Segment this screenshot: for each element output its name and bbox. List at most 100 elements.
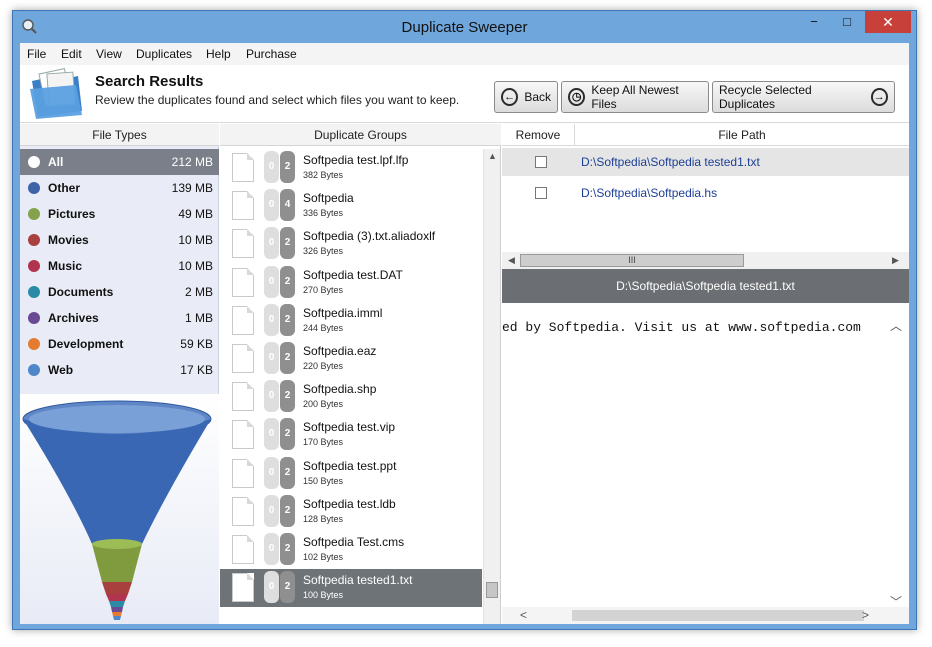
file-type-development[interactable]: Development 59 KB — [20, 331, 219, 357]
groups-scroll-thumb[interactable] — [486, 582, 498, 598]
menu-purchase[interactable]: Purchase — [246, 47, 297, 61]
folder-search-icon — [30, 68, 82, 119]
scroll-left-icon[interactable]: ◀ — [508, 255, 515, 266]
close-button[interactable]: ✕ — [865, 11, 911, 33]
keep-newest-button[interactable]: ◷ Keep All Newest Files — [561, 81, 709, 113]
group-file-name: Softpedia Test.cms — [303, 535, 405, 549]
selected-count: 0 — [264, 380, 279, 413]
group-file-name: Softpedia test.ldb — [303, 496, 396, 511]
group-file-name: Softpedia test.lpf.lfp — [303, 153, 409, 167]
total-count: 2 — [280, 456, 295, 489]
title-bar[interactable]: Duplicate Sweeper − □ ✕ — [13, 11, 916, 43]
chevron-up-icon[interactable]: ︿ — [890, 317, 902, 334]
preview-scroll-thumb[interactable] — [572, 610, 864, 621]
type-color-dot — [28, 208, 40, 220]
group-file-name: Softpedia.shp — [303, 382, 377, 397]
selected-count: 0 — [264, 227, 279, 260]
scroll-up-icon[interactable]: ▲ — [488, 151, 497, 161]
duplicate-group-row[interactable]: 0 2 Softpedia Test.cms 102 Bytes — [220, 531, 482, 569]
remove-column-header[interactable]: Remove — [502, 124, 575, 146]
duplicate-group-row[interactable]: 0 2 Softpedia test.ppt 150 Bytes — [220, 455, 482, 493]
menu-edit[interactable]: Edit — [61, 47, 82, 61]
duplicate-group-row[interactable]: 0 2 Softpedia tested1.txt 100 Bytes — [220, 569, 482, 608]
arrow-right-icon: → — [870, 88, 888, 106]
group-file-size: 270 Bytes — [303, 284, 344, 295]
file-row[interactable]: D:\Softpedia\Softpedia tested1.txt — [502, 148, 909, 176]
file-path: D:\Softpedia\Softpedia tested1.txt — [581, 155, 760, 169]
files-scroll-thumb[interactable]: III — [520, 254, 744, 267]
duplicate-count-badge: 02 — [264, 533, 296, 565]
duplicate-group-row[interactable]: 0 2 Softpedia.imml 244 Bytes — [220, 302, 482, 340]
total-count: 2 — [280, 571, 295, 604]
group-file-size: 102 Bytes — [303, 552, 344, 562]
duplicate-group-row[interactable]: 0 2 Softpedia (3).txt.aliadoxlf 326 Bytes — [220, 225, 482, 263]
selected-count: 0 — [264, 265, 279, 298]
duplicate-group-row[interactable]: 0 2 Softpedia test.ldb 128 Bytes — [220, 493, 482, 531]
recycle-duplicates-button[interactable]: Recycle Selected Duplicates → — [712, 81, 895, 113]
file-icon — [232, 191, 254, 221]
chevron-right-icon[interactable]: > — [862, 608, 869, 622]
group-file-size: 220 Bytes — [303, 361, 344, 371]
duplicate-count-badge: 02 — [264, 571, 296, 604]
selected-count: 0 — [264, 303, 279, 336]
type-color-dot — [28, 286, 40, 298]
preview-text: ed by Softpedia. Visit us at www.softped… — [502, 320, 861, 335]
file-type-web[interactable]: Web 17 KB — [20, 357, 219, 383]
file-icon — [232, 305, 254, 335]
selected-count: 0 — [264, 418, 279, 451]
file-type-pictures[interactable]: Pictures 49 MB — [20, 201, 219, 227]
type-color-dot — [28, 338, 40, 350]
type-color-dot — [28, 234, 40, 246]
file-type-all[interactable]: All 212 MB — [20, 149, 219, 175]
total-count: 2 — [280, 533, 295, 565]
duplicate-count-badge: 02 — [264, 380, 296, 413]
file-path-column-header[interactable]: File Path — [575, 124, 909, 146]
groups-scrollbar[interactable]: ▲ — [483, 149, 500, 624]
duplicate-group-row[interactable]: 0 2 Softpedia test.DAT 270 Bytes — [220, 264, 482, 302]
file-type-documents[interactable]: Documents 2 MB — [20, 279, 219, 305]
remove-checkbox[interactable] — [535, 156, 547, 168]
duplicate-count-badge: 02 — [264, 151, 296, 183]
group-file-name: Softpedia — [303, 191, 354, 206]
file-icon — [232, 267, 254, 297]
duplicate-count-badge: 02 — [264, 265, 296, 298]
files-horizontal-scrollbar[interactable]: ◀ III ▶ — [502, 252, 909, 269]
duplicate-group-row[interactable]: 0 4 Softpedia 336 Bytes — [220, 187, 482, 225]
duplicate-group-row[interactable]: 0 2 Softpedia test.vip 170 Bytes — [220, 416, 482, 454]
file-type-archives[interactable]: Archives 1 MB — [20, 305, 219, 331]
duplicate-group-row[interactable]: 0 2 Softpedia test.lpf.lfp 382 Bytes — [220, 149, 482, 187]
total-count: 2 — [280, 380, 295, 413]
type-color-dot — [28, 364, 40, 376]
duplicate-group-row[interactable]: 0 2 Softpedia.eaz 220 Bytes — [220, 340, 482, 378]
duplicate-group-row[interactable]: 0 2 Softpedia.shp 200 Bytes — [220, 378, 482, 416]
group-file-size: 128 Bytes — [303, 513, 344, 524]
file-type-movies[interactable]: Movies 10 MB — [20, 227, 219, 253]
menu-duplicates[interactable]: Duplicates — [136, 47, 192, 61]
minimize-button[interactable]: − — [800, 11, 828, 33]
preview-horizontal-scrollbar[interactable]: < > — [502, 607, 909, 624]
file-row[interactable]: D:\Softpedia\Softpedia.hs — [502, 179, 909, 207]
remove-checkbox[interactable] — [535, 187, 547, 199]
file-icon — [232, 344, 254, 373]
scroll-right-icon[interactable]: ▶ — [892, 255, 899, 266]
recycle-label: Recycle Selected Duplicates — [719, 83, 812, 111]
group-file-name: Softpedia.imml — [303, 305, 383, 320]
total-count: 2 — [280, 227, 295, 260]
total-count: 2 — [280, 418, 295, 451]
menu-file[interactable]: File — [27, 47, 46, 61]
duplicate-count-badge: 04 — [264, 189, 296, 222]
selected-count: 0 — [264, 342, 279, 374]
menu-help[interactable]: Help — [206, 47, 231, 61]
file-type-other[interactable]: Other 139 MB — [20, 175, 219, 201]
selected-count: 0 — [264, 151, 279, 183]
maximize-button[interactable]: □ — [833, 11, 861, 33]
duplicate-count-badge: 02 — [264, 456, 296, 489]
type-color-dot — [28, 156, 40, 168]
back-button[interactable]: ← Back — [494, 81, 558, 113]
chevron-left-icon[interactable]: < — [520, 608, 527, 622]
total-count: 2 — [280, 342, 295, 374]
group-file-size: 200 Bytes — [303, 399, 344, 410]
menu-view[interactable]: View — [96, 47, 122, 61]
file-type-music[interactable]: Music 10 MB — [20, 253, 219, 279]
duplicate-count-badge: 02 — [264, 227, 296, 260]
